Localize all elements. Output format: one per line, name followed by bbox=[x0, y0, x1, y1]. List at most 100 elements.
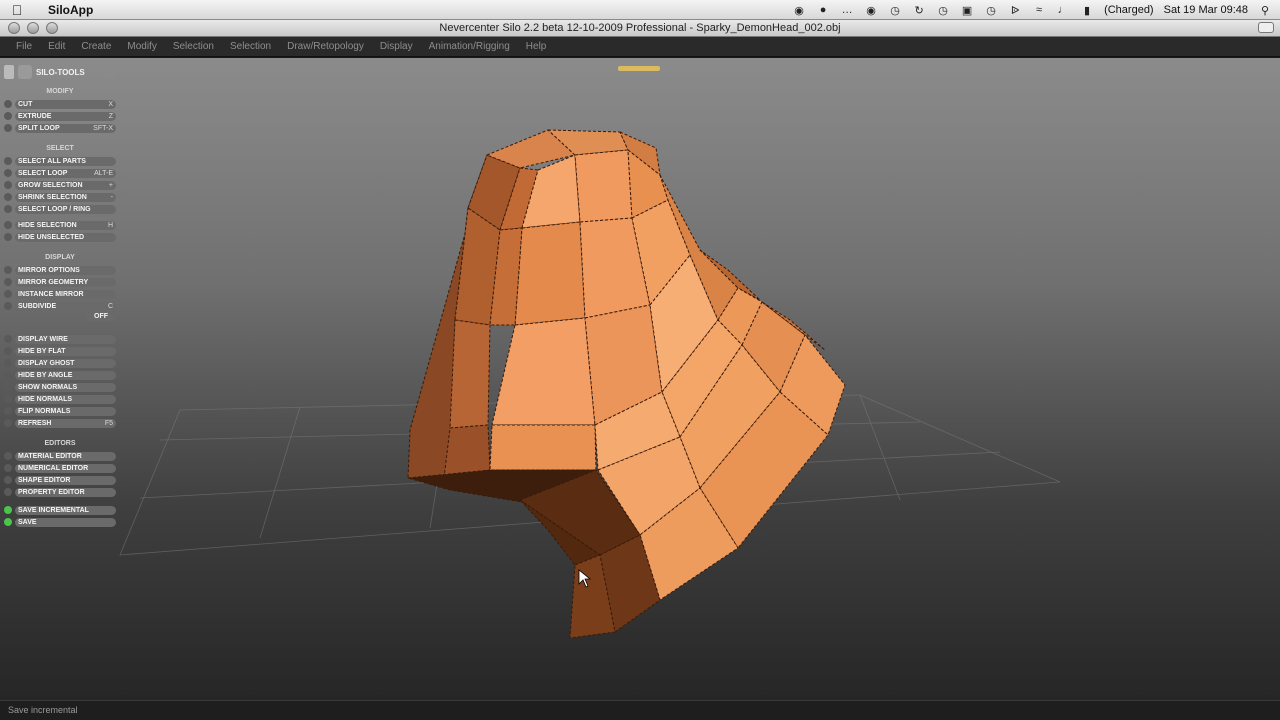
time-icon[interactable]: ◷ bbox=[984, 4, 998, 17]
menu-draw-retopology[interactable]: Draw/Retopology bbox=[279, 41, 372, 52]
bullet-icon bbox=[4, 278, 12, 286]
panel-title: SILO-TOOLS bbox=[36, 67, 85, 77]
tool-button[interactable]: HIDE NORMALS bbox=[4, 393, 116, 405]
panel-header: SILO-TOOLS bbox=[4, 62, 116, 82]
menu-selection-2[interactable]: Selection bbox=[222, 41, 279, 52]
tool-button[interactable]: FLIP NORMALS bbox=[4, 405, 116, 417]
battery-icon[interactable]: ▮ bbox=[1080, 4, 1094, 17]
display-icon[interactable]: ▣ bbox=[960, 4, 974, 17]
tool-button[interactable]: DISPLAY GHOST bbox=[4, 357, 116, 369]
apple-logo-icon[interactable] bbox=[104, 66, 116, 78]
tool-button[interactable]: HIDE BY FLAT bbox=[4, 345, 116, 357]
camera-icon[interactable]: ◉ bbox=[792, 4, 806, 17]
off-toggle[interactable]: OFF bbox=[86, 312, 116, 321]
bullet-icon bbox=[4, 383, 12, 391]
tool-button[interactable]: DISPLAY WIRE bbox=[4, 333, 116, 345]
tool-button[interactable]: SHAPE EDITOR bbox=[4, 474, 116, 486]
tool-button[interactable]: HIDE BY ANGLE bbox=[4, 369, 116, 381]
window-title: Nevercenter Silo 2.2 beta 12-10-2009 Pro… bbox=[439, 22, 841, 34]
menu-display[interactable]: Display bbox=[372, 41, 421, 52]
bullet-icon bbox=[4, 488, 12, 496]
menu-file[interactable]: File bbox=[8, 41, 40, 52]
bullet-icon bbox=[4, 193, 12, 201]
window-titlebar: Nevercenter Silo 2.2 beta 12-10-2009 Pro… bbox=[0, 20, 1280, 37]
bullet-icon bbox=[4, 464, 12, 472]
close-icon[interactable] bbox=[8, 22, 20, 34]
modify-list: CUT X EXTRUDE Z SPLIT LOOP SFT-X bbox=[4, 98, 116, 134]
bullet-icon bbox=[4, 205, 12, 213]
bullet-icon bbox=[4, 124, 12, 132]
tool-button[interactable]: SHOW NORMALS bbox=[4, 381, 116, 393]
tool-button[interactable]: MIRROR GEOMETRY bbox=[4, 276, 116, 288]
menu-animation[interactable]: Animation/Rigging bbox=[421, 41, 518, 52]
minimize-icon[interactable] bbox=[27, 22, 39, 34]
tool-button[interactable]: SUBDIVIDE C bbox=[4, 300, 116, 312]
status-bar: Save incremental bbox=[0, 700, 1280, 720]
bullet-icon bbox=[4, 476, 12, 484]
tool-button[interactable]: SELECT LOOP / RING bbox=[4, 203, 116, 215]
bullet-icon bbox=[4, 359, 12, 367]
refresh-icon[interactable]: ↻ bbox=[912, 4, 926, 17]
app-name-menu[interactable]: SiloApp bbox=[48, 3, 93, 17]
volume-icon[interactable]: ♩ bbox=[1056, 4, 1070, 16]
tool-button[interactable]: REFRESH F5 bbox=[4, 417, 116, 429]
mesh-face bbox=[514, 221, 586, 326]
bullet-icon bbox=[4, 302, 12, 310]
tool-button[interactable]: PROPERTY EDITOR bbox=[4, 486, 116, 498]
section-editors: EDITORS bbox=[44, 440, 76, 447]
wifi-icon[interactable]: ≈ bbox=[1032, 4, 1046, 16]
bullet-icon bbox=[4, 371, 12, 379]
bullet-icon bbox=[4, 452, 12, 460]
tool-button[interactable]: MIRROR OPTIONS bbox=[4, 264, 116, 276]
3d-viewport[interactable] bbox=[0, 58, 1280, 700]
save-button[interactable]: SAVE bbox=[4, 516, 116, 528]
toolbar-toggle-icon[interactable] bbox=[1258, 22, 1274, 33]
tool-button[interactable]: INSTANCE MIRROR bbox=[4, 288, 116, 300]
tool-button[interactable]: HIDE UNSELECTED bbox=[4, 231, 116, 243]
menu-create[interactable]: Create bbox=[73, 41, 119, 52]
tool-button[interactable]: HIDE SELECTION H bbox=[4, 219, 116, 231]
bullet-icon bbox=[4, 335, 12, 343]
menu-edit[interactable]: Edit bbox=[40, 41, 73, 52]
tool-button[interactable]: SPLIT LOOP SFT-X bbox=[4, 122, 116, 134]
tool-button[interactable]: CUT X bbox=[4, 98, 116, 110]
tool-button[interactable]: SHRINK SELECTION - bbox=[4, 191, 116, 203]
bullet-icon bbox=[4, 181, 12, 189]
section-display-mirror: DISPLAY bbox=[45, 254, 75, 261]
save-incremental-button[interactable]: SAVE INCREMENTAL bbox=[4, 504, 116, 516]
menu-help[interactable]: Help bbox=[518, 41, 555, 52]
tool-button[interactable]: SELECT ALL PARTS bbox=[4, 155, 116, 167]
bullet-icon bbox=[4, 233, 12, 241]
bullet-icon bbox=[4, 100, 12, 108]
apple-icon[interactable]:  bbox=[0, 2, 34, 18]
tool-button[interactable]: EXTRUDE Z bbox=[4, 110, 116, 122]
bullet-icon bbox=[4, 112, 12, 120]
display-list: DISPLAY WIRE HIDE BY FLAT DISPLAY GHOST … bbox=[4, 333, 116, 429]
subdivide-level[interactable]: OFF bbox=[4, 312, 116, 324]
record-icon[interactable]: ◉ bbox=[864, 4, 878, 17]
clock-text[interactable]: Sat 19 Mar 09:48 bbox=[1164, 4, 1248, 16]
bluetooth-icon[interactable]: ᐉ bbox=[1008, 4, 1022, 17]
tool-button[interactable]: SELECT LOOP ALT-E bbox=[4, 167, 116, 179]
mesh-face bbox=[489, 424, 597, 471]
battery-status[interactable]: (Charged) bbox=[1104, 4, 1154, 16]
head-mesh[interactable] bbox=[407, 129, 846, 639]
scene-canvas[interactable] bbox=[0, 58, 1280, 700]
time-machine-icon[interactable]: ◷ bbox=[888, 4, 902, 17]
tool-button[interactable]: NUMERICAL EDITOR bbox=[4, 462, 116, 474]
maximize-icon[interactable] bbox=[46, 22, 58, 34]
tool-button[interactable]: GROW SELECTION + bbox=[4, 179, 116, 191]
mirror-list: MIRROR OPTIONS MIRROR GEOMETRY INSTANCE … bbox=[4, 264, 116, 324]
sync-icon[interactable]: ● bbox=[816, 4, 830, 16]
tools-icon[interactable] bbox=[18, 65, 32, 79]
menu-modify[interactable]: Modify bbox=[119, 41, 164, 52]
bullet-icon bbox=[4, 419, 12, 427]
tool-button[interactable]: MATERIAL EDITOR bbox=[4, 450, 116, 462]
mesh-face bbox=[491, 317, 596, 426]
section-select: SELECT bbox=[46, 145, 74, 152]
spotlight-search-icon[interactable]: ⚲ bbox=[1258, 4, 1272, 17]
clock-icon[interactable]: ◷ bbox=[936, 4, 950, 17]
panel-grip-icon[interactable] bbox=[4, 65, 14, 79]
menu-extra-icon[interactable]: … bbox=[840, 4, 854, 16]
menu-selection[interactable]: Selection bbox=[165, 41, 222, 52]
